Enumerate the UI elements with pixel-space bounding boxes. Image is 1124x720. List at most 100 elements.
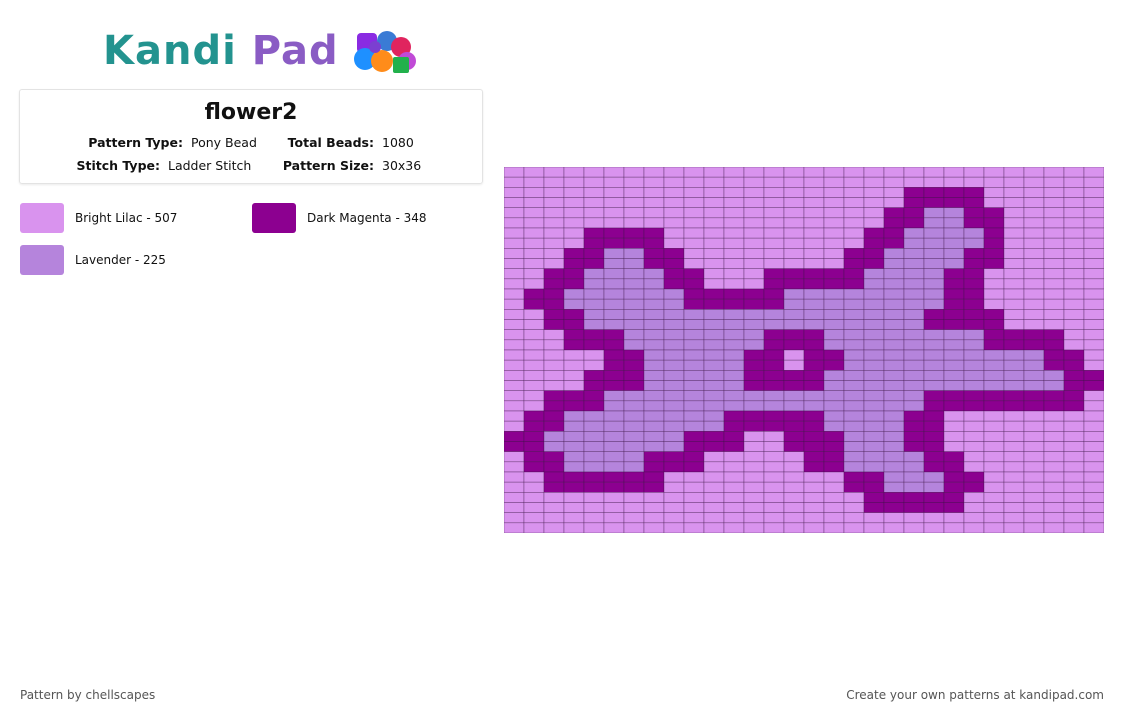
bead (1063, 370, 1085, 381)
bead (563, 380, 585, 391)
bead (663, 176, 685, 188)
bead (823, 420, 845, 432)
bead (1063, 329, 1085, 341)
bead (503, 197, 525, 208)
bead (763, 349, 785, 361)
bead (623, 339, 645, 351)
bead (1043, 370, 1065, 381)
bead (563, 502, 585, 513)
bead (523, 522, 545, 534)
bead (1043, 502, 1065, 513)
bead (843, 441, 865, 452)
bead (763, 410, 785, 422)
bead (963, 481, 985, 493)
bead (703, 502, 725, 513)
bead (743, 471, 765, 483)
bead (563, 258, 585, 269)
bead (1023, 319, 1045, 330)
bead (883, 481, 905, 493)
bead (783, 359, 805, 371)
bead (663, 166, 685, 178)
bead (703, 227, 725, 239)
bead (683, 187, 705, 198)
bead (783, 512, 805, 524)
bead (703, 278, 725, 290)
bead (723, 237, 745, 249)
swatch-lavender (20, 245, 64, 275)
bead (523, 370, 545, 381)
bead (583, 431, 605, 442)
bead (583, 400, 605, 412)
bead (803, 339, 825, 351)
bead (563, 492, 585, 503)
bead (563, 176, 585, 188)
bead (603, 451, 625, 463)
bead (863, 298, 885, 310)
bead (543, 370, 565, 381)
bead (803, 390, 825, 402)
bead (683, 390, 705, 402)
bead (783, 187, 805, 198)
bead (823, 176, 845, 188)
bead (583, 359, 605, 371)
bead (1043, 248, 1065, 259)
bead (623, 329, 645, 341)
bead (923, 197, 945, 208)
bead (963, 461, 985, 473)
bead (863, 420, 885, 432)
bead (643, 207, 665, 219)
bead (1003, 431, 1025, 442)
bead (883, 187, 905, 198)
bead (903, 319, 925, 330)
bead (563, 512, 585, 524)
bead (943, 176, 965, 188)
bead (763, 309, 785, 320)
bead (1003, 298, 1025, 310)
bead (1003, 400, 1025, 412)
bead (1003, 187, 1025, 198)
bead (763, 370, 785, 381)
bead (823, 370, 845, 381)
bead (563, 197, 585, 208)
bead (1063, 471, 1085, 483)
bead (543, 410, 565, 422)
bead (603, 339, 625, 351)
bead (1003, 441, 1025, 452)
bead (783, 471, 805, 483)
bead (843, 258, 865, 269)
bead (943, 431, 965, 442)
bead-grid-svg (503, 166, 1105, 534)
bead (943, 349, 965, 361)
bead (643, 359, 665, 371)
bead (863, 359, 885, 371)
bead (503, 309, 525, 320)
bead (543, 400, 565, 412)
kandipad-link[interactable]: Create your own patterns at kandipad.com (846, 688, 1104, 702)
kandi-pad-logo[interactable]: Kandi Pad (103, 26, 423, 76)
bead (723, 187, 745, 198)
bead (1063, 400, 1085, 412)
bead (723, 451, 745, 463)
bead (963, 349, 985, 361)
bead (643, 258, 665, 269)
bead (1083, 502, 1105, 513)
bead (903, 329, 925, 341)
bead (923, 248, 945, 259)
bead (1043, 431, 1065, 442)
bead (503, 176, 525, 188)
bead (1063, 278, 1085, 290)
bead (643, 431, 665, 442)
bead (1083, 298, 1105, 310)
bead (1043, 278, 1065, 290)
bead (903, 207, 925, 219)
bead (943, 461, 965, 473)
bead (843, 380, 865, 391)
bead (723, 380, 745, 391)
bead (543, 339, 565, 351)
bead (563, 309, 585, 320)
bead (1083, 512, 1105, 524)
bead (843, 370, 865, 381)
bead (723, 522, 745, 534)
bead (1003, 359, 1025, 371)
bead (1023, 410, 1045, 422)
